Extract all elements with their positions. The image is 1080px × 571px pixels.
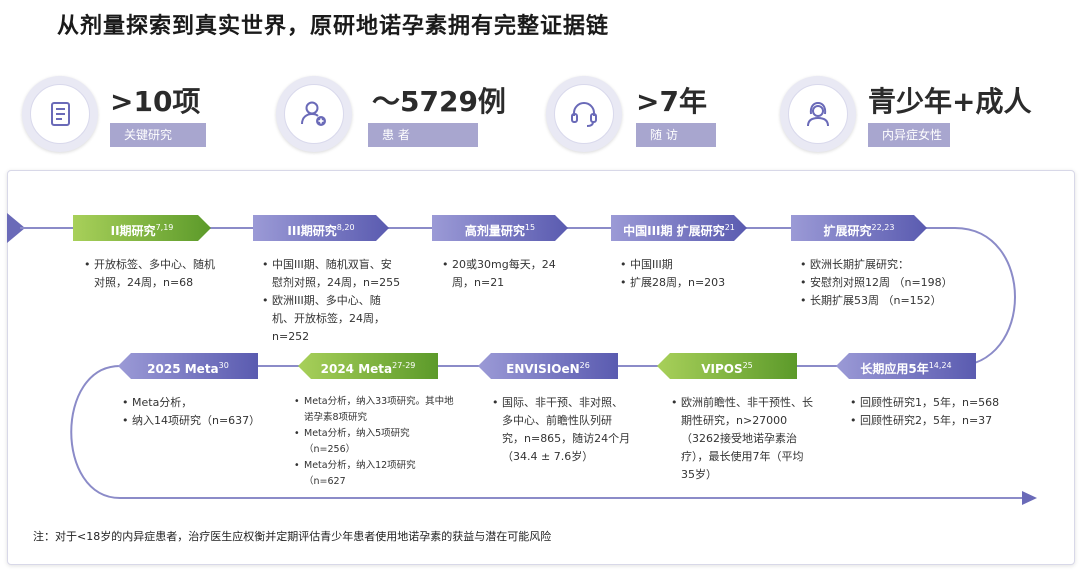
milestone-label: 中国III期 扩展研究 — [623, 224, 725, 238]
detail-item: 回顾性研究2，5年，n=37 — [850, 412, 1010, 430]
milestone-phase2: II期研究7,19 — [73, 215, 211, 241]
milestone-label: ENVISIOeN — [506, 362, 580, 376]
milestone-ref: 15 — [524, 223, 536, 232]
milestone-ref: 30 — [218, 361, 229, 370]
milestone-china-extension: 中国III期 扩展研究21 — [611, 215, 747, 241]
milestone-details: 回顾性研究1，5年，n=568 回顾性研究2，5年，n=37 — [850, 394, 1010, 430]
milestone-details: 中国III期 扩展28周，n=203 — [620, 256, 760, 292]
milestone-label: 高剂量研究 — [464, 224, 525, 238]
milestone-details: 开放标签、多中心、随机对照，24周，n=68 — [84, 256, 224, 292]
detail-item: 中国III期、随机双盲、安慰剂对照，24周，n=255 — [262, 256, 402, 292]
detail-item: 安慰剂对照12周 （n=198） — [800, 274, 970, 292]
detail-item: 纳入14项研究（n=637） — [122, 412, 272, 430]
detail-item: 回顾性研究1，5年，n=568 — [850, 394, 1010, 412]
detail-item: 开放标签、多中心、随机对照，24周，n=68 — [84, 256, 224, 292]
milestone-details: 20或30mg每天，24周，n=21 — [442, 256, 562, 292]
milestone-ref: 22,23 — [871, 223, 895, 232]
detail-item: 欧洲前瞻性、非干预性、长期性研究，n>27000 （3262接受地诺孕素治疗），… — [671, 394, 817, 484]
milestone-label: 扩展研究 — [823, 224, 872, 238]
milestone-ref: 21 — [724, 223, 735, 232]
detail-item: Meta分析，纳入33项研究。其中地诺孕素8项研究 — [294, 394, 454, 426]
milestone-ref: 8,20 — [336, 223, 355, 232]
detail-item: Meta分析，纳入5项研究（n=256） — [294, 426, 454, 458]
milestone-details: 欧洲长期扩展研究： 安慰剂对照12周 （n=198） 长期扩展53周 （n=15… — [800, 256, 970, 310]
milestone-envisioen: ENVISIOeN26 — [478, 353, 618, 379]
detail-item: Meta分析， — [122, 394, 272, 412]
detail-item: Meta分析，纳入12项研究（n=627 — [294, 458, 454, 490]
milestone-details: 欧洲前瞻性、非干预性、长期性研究，n>27000 （3262接受地诺孕素治疗），… — [671, 394, 817, 484]
milestone-extension: 扩展研究22,23 — [791, 215, 927, 241]
milestone-details: Meta分析， 纳入14项研究（n=637） — [122, 394, 272, 430]
milestone-phase3: III期研究8,20 — [253, 215, 389, 241]
milestone-ref: 14,24 — [928, 361, 952, 370]
milestone-ref: 27-29 — [392, 361, 416, 370]
milestone-ref: 7,19 — [155, 223, 174, 232]
milestone-details: 中国III期、随机双盲、安慰剂对照，24周，n=255 欧洲III期、多中心、随… — [262, 256, 402, 346]
timeline-left-curve — [70, 365, 121, 499]
detail-item: 扩展28周，n=203 — [620, 274, 760, 292]
milestone-label: II期研究 — [110, 224, 156, 238]
milestone-meta-2024: 2024 Meta27-29 — [298, 353, 438, 379]
milestone-label: III期研究 — [287, 224, 337, 238]
milestone-label: 2025 Meta — [147, 362, 219, 376]
milestone-label: 长期应用5年 — [860, 362, 929, 376]
timeline-end-arrow — [1022, 491, 1037, 505]
detail-item: 国际、非干预、非对照、多中心、前瞻性队列研究，n=865，随访24个月（34.4… — [492, 394, 632, 466]
detail-item: 20或30mg每天，24周，n=21 — [442, 256, 562, 292]
detail-item: 欧洲III期、多中心、随机、开放标签，24周，n=252 — [262, 292, 402, 346]
milestone-ref: 26 — [579, 361, 590, 370]
footnote: 注：对于<18岁的内异症患者，治疗医生应权衡并定期评估青少年患者使用地诺孕素的获… — [33, 530, 552, 543]
detail-item: 欧洲长期扩展研究： — [800, 256, 970, 274]
milestone-vipos: VIPOS25 — [657, 353, 797, 379]
milestone-details: Meta分析，纳入33项研究。其中地诺孕素8项研究 Meta分析，纳入5项研究（… — [294, 394, 454, 490]
milestone-long-term: 长期应用5年14,24 — [836, 353, 976, 379]
detail-item: 长期扩展53周 （n=152） — [800, 292, 970, 310]
milestone-ref: 25 — [742, 361, 753, 370]
milestone-meta-2025: 2025 Meta30 — [118, 353, 258, 379]
milestone-label: 2024 Meta — [320, 362, 393, 376]
milestone-details: 国际、非干预、非对照、多中心、前瞻性队列研究，n=865，随访24个月（34.4… — [492, 394, 632, 466]
milestone-high-dose: 高剂量研究15 — [432, 215, 568, 241]
milestone-label: VIPOS — [701, 362, 743, 376]
detail-item: 中国III期 — [620, 256, 760, 274]
